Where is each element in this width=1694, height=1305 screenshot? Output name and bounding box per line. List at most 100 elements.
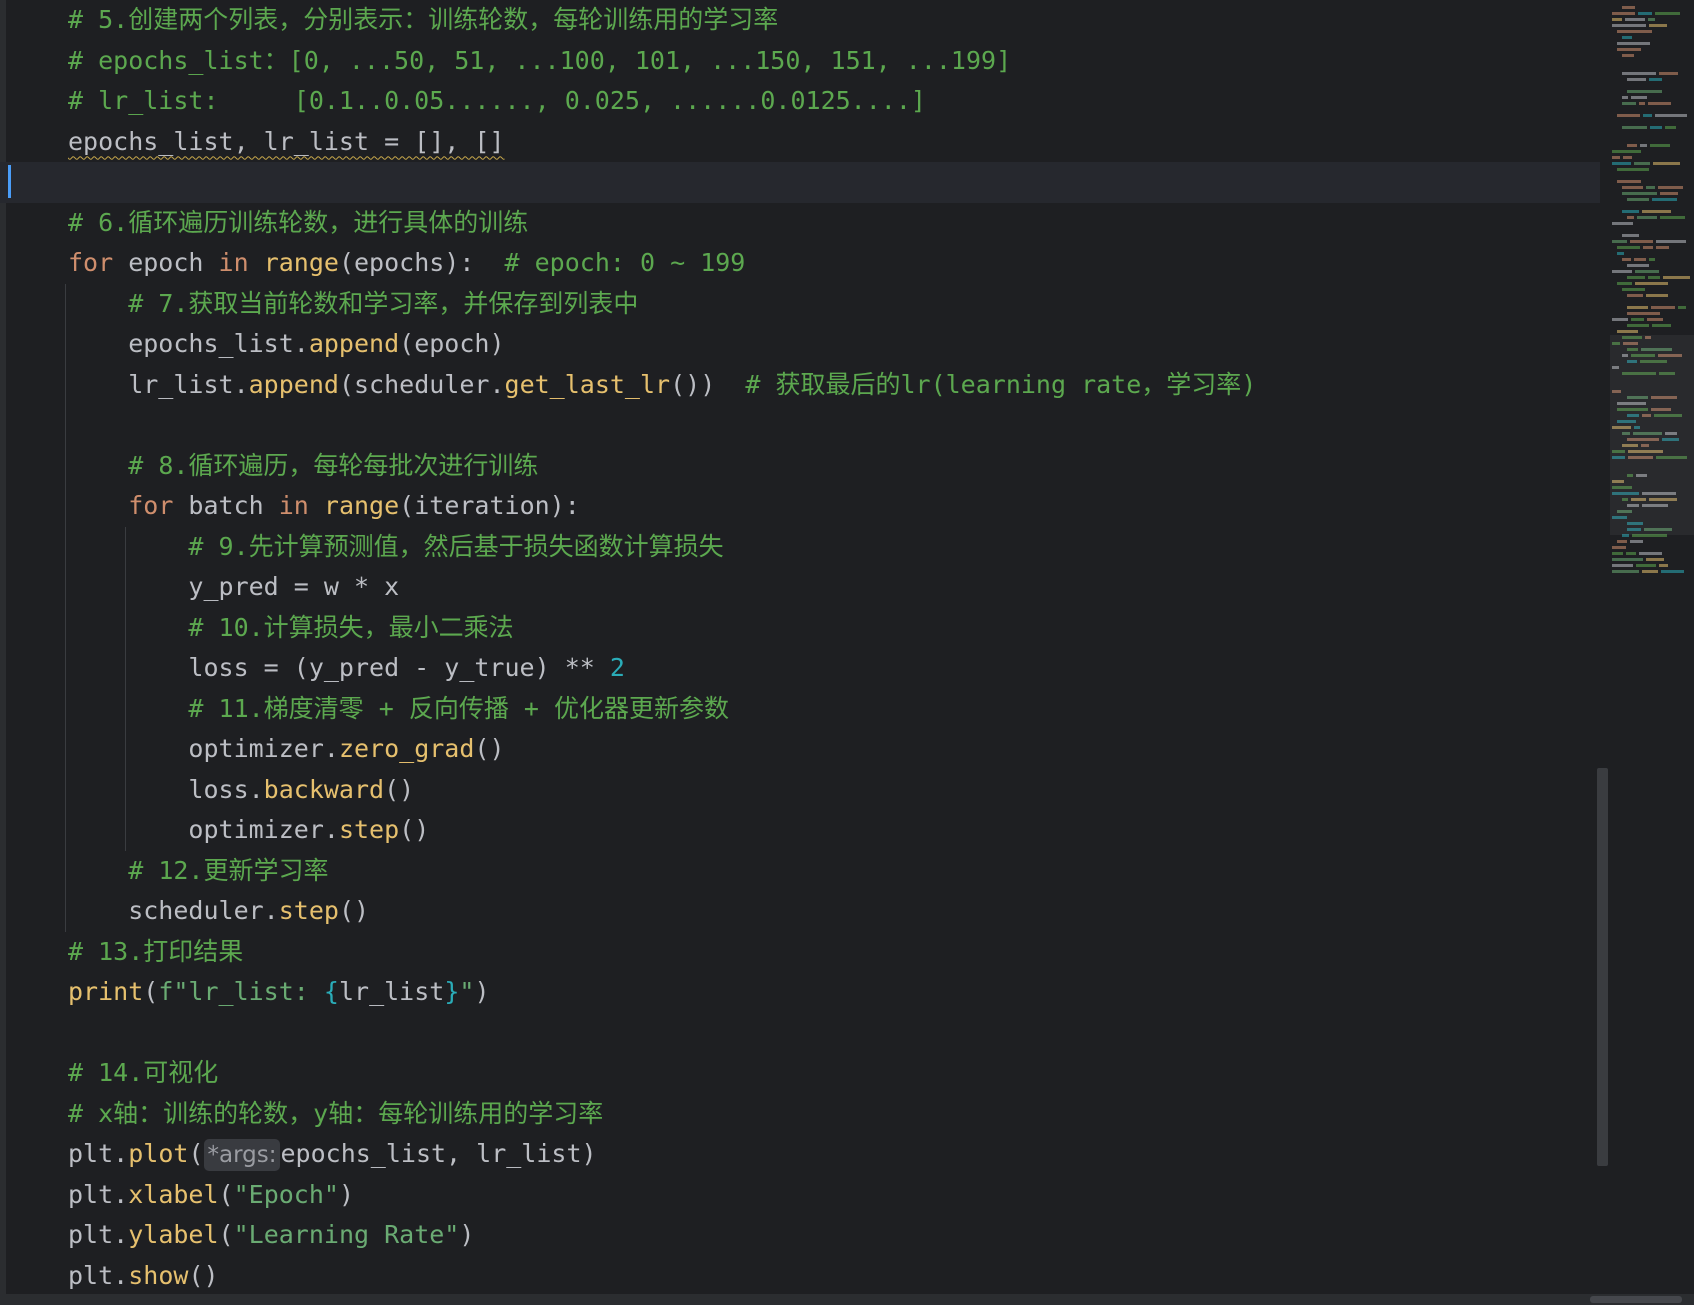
horizontal-scrollbar[interactable] [0,1294,1694,1305]
vertical-scrollbar-thumb[interactable] [1597,768,1608,1166]
minimap-line [1665,126,1676,129]
minimap-line [1622,72,1656,75]
minimap-viewport[interactable] [1610,335,1694,535]
code-token: in [278,491,309,520]
minimap-line [1617,246,1640,249]
minimap-line [1660,192,1678,195]
code-line[interactable] [0,1013,1600,1054]
minimap-line [1636,564,1656,567]
code-token: append [248,369,339,399]
code-token: ) [459,1220,475,1249]
minimap-line [1617,330,1638,333]
code-token: (epoch) [399,329,505,358]
minimap-line [1623,156,1632,159]
code-token: ylabel [128,1220,219,1249]
code-line[interactable]: # x轴：训练的轮数，y轴：每轮训练用的学习率 [0,1094,1600,1135]
minimap-line [1622,258,1631,261]
minimap-line [1627,216,1634,219]
code-token: # epochs_list：[0, ...50, 51, ...100, 101… [68,45,1012,75]
code-line[interactable]: # 14.可视化 [0,1053,1600,1094]
code-token: # lr_list: [0.1..0.05......, 0.025, ....… [68,86,926,115]
code-token: plt. [68,1139,129,1168]
minimap-line [1639,102,1645,105]
code-line[interactable]: for epoch in range(epochs): # epoch: 0 ~… [0,243,1600,284]
code-line[interactable]: plt.ylabel("Learning Rate") [0,1215,1600,1256]
minimap-line [1659,72,1678,75]
code-line[interactable]: # 12.更新学习率 [0,851,1600,892]
code-editor[interactable]: # 5.创建两个列表，分别表示：训练轮数，每轮训练用的学习率 # epochs_l… [0,0,1694,1305]
code-line[interactable]: # 8.循环遍历，每轮每批次进行训练 [0,446,1600,487]
minimap-line [1612,240,1627,243]
code-line[interactable]: # 13.打印结果 [0,932,1600,973]
code-line[interactable]: for batch in range(iteration): [0,486,1600,527]
code-line[interactable]: # 6.循环遍历训练轮数，进行具体的训练 [0,203,1600,244]
code-line[interactable]: # 9.先计算预测值，然后基于损失函数计算损失 [0,527,1600,568]
code-line[interactable]: # lr_list: [0.1..0.05......, 0.025, ....… [0,81,1600,122]
code-token: () [338,896,370,925]
code-line[interactable]: # epochs_list：[0, ...50, 51, ...100, 101… [0,41,1600,82]
code-line[interactable]: optimizer.zero_grad() [0,729,1600,770]
minimap-line [1622,186,1643,189]
code-line[interactable]: # 10.计算损失，最小二乘法 [0,608,1600,649]
code-line[interactable]: scheduler.step() [0,891,1600,932]
minimap-line [1622,36,1632,39]
code-token: ) [474,977,490,1006]
minimap-line [1652,198,1677,201]
code-token: () [384,774,415,804]
code-token: # 14.可视化 [68,1058,219,1087]
code-token: loss = (y_pred - y_true) ** [68,653,610,682]
minimap-line [1627,276,1645,279]
code-line[interactable]: epochs_list.append(epoch) [0,324,1600,365]
code-line[interactable]: lr_list.append(scheduler.get_last_lr()) … [0,365,1600,406]
code-token: range [263,248,339,277]
minimap-line [1625,18,1645,21]
minimap-line [1655,114,1687,117]
code-token: 2 [609,653,625,682]
minimap[interactable] [1608,0,1694,1305]
code-token: # x轴：训练的轮数，y轴：每轮训练用的学习率 [68,1098,604,1128]
code-token: for [128,491,174,520]
minimap-line [1622,234,1639,237]
minimap-line [1648,276,1660,279]
code-line[interactable] [0,405,1600,446]
minimap-line [1678,306,1686,309]
code-line[interactable]: plt.show() [0,1256,1600,1297]
code-token: step [338,815,400,844]
code-token: backward [263,774,385,804]
code-line[interactable]: plt.plot(*args: epochs_list, lr_list) [0,1134,1600,1175]
code-token: optimizer. [68,815,339,844]
minimap-line [1659,564,1668,567]
minimap-line [1638,12,1652,15]
code-line[interactable]: print(f"lr_list: {lr_list}") [0,972,1600,1013]
code-token: optimizer. [68,734,339,763]
code-token: " [459,977,475,1006]
current-code-line[interactable] [0,162,1600,203]
code-token: plot [128,1139,189,1168]
code-line[interactable]: loss.backward() [0,770,1600,811]
code-line[interactable]: epochs_list, lr_list = [], [] [0,122,1600,163]
minimap-line [1622,288,1645,291]
minimap-line [1656,246,1669,249]
code-line[interactable]: # 7.获取当前轮数和学习率，并保存到列表中 [0,284,1600,325]
minimap-line [1642,210,1671,213]
code-line[interactable]: loss = (y_pred - y_true) ** 2 [0,648,1600,689]
code-line[interactable]: optimizer.step() [0,810,1600,851]
code-token: () [474,734,505,763]
code-token: ) [338,1179,355,1209]
minimap-line [1612,558,1643,561]
code-line[interactable]: # 5.创建两个列表，分别表示：训练轮数，每轮训练用的学习率 [0,0,1600,41]
code-line[interactable]: plt.xlabel("Epoch") [0,1175,1600,1216]
code-token: # epoch: 0 ~ 199 [504,248,746,277]
minimap-line [1617,48,1641,51]
minimap-line [1622,102,1636,105]
horizontal-scrollbar-thumb[interactable] [1590,1296,1682,1303]
code-area[interactable]: # 5.创建两个列表，分别表示：训练轮数，每轮训练用的学习率 # epochs_l… [0,0,1600,1296]
code-line[interactable]: y_pred = w * x [0,567,1600,608]
code-line[interactable]: # 11.梯度清零 + 反向传播 + 优化器更新参数 [0,689,1600,730]
minimap-line [1622,192,1657,195]
minimap-line [1617,30,1652,33]
